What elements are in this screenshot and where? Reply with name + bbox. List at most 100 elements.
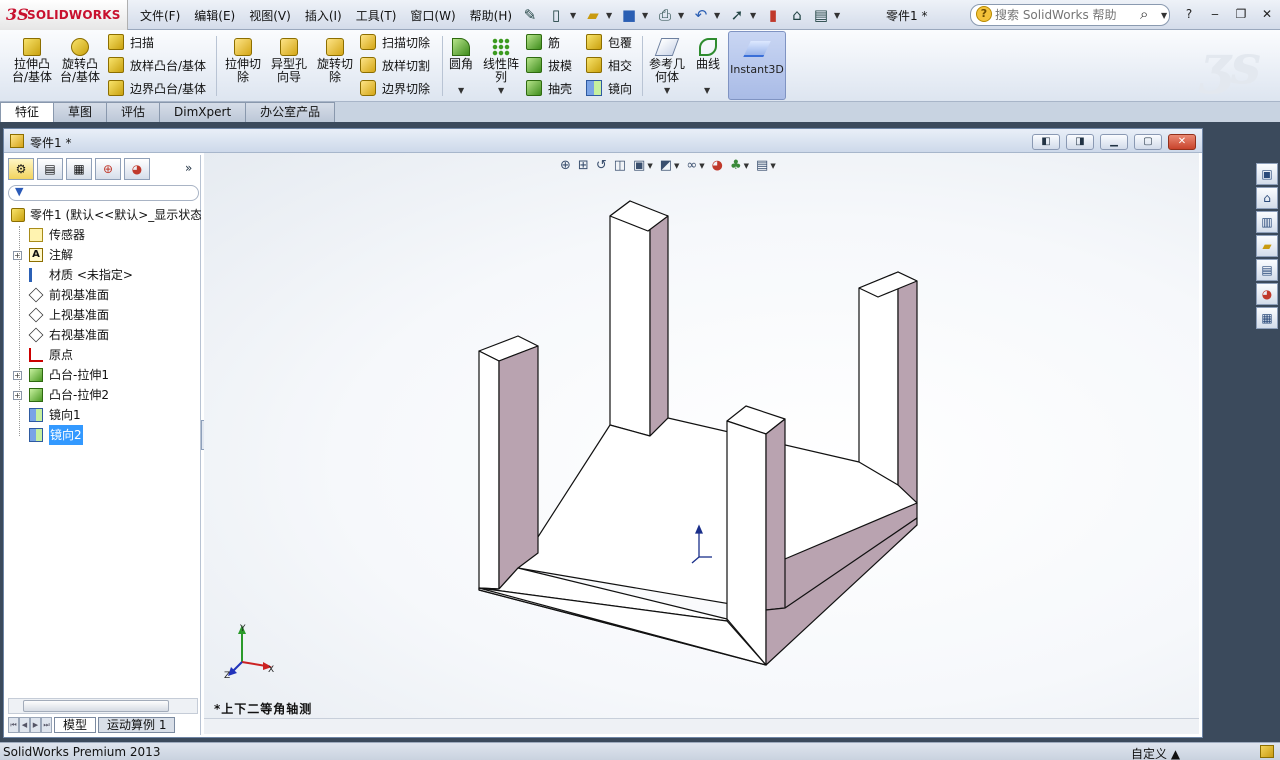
tree-item[interactable]: 镜向2 <box>5 425 201 445</box>
select-dropdown-icon[interactable]: ▼ <box>750 11 756 20</box>
solidworks-logo[interactable]: 3S SOLIDWORKS <box>0 0 128 30</box>
open-dropdown-icon[interactable]: ▼ <box>606 11 612 20</box>
hide-show-items-icon[interactable]: ∞ <box>686 158 697 173</box>
loft-boss-button[interactable]: 放样凸台/基体 <box>108 55 206 75</box>
zoom-to-fit-icon[interactable]: ⊕ <box>560 158 571 173</box>
tree-root-part[interactable]: 零件1 (默认<<默认>_显示状态 <box>5 205 201 225</box>
help-question-icon[interactable]: ? <box>1178 5 1200 23</box>
view-palette-icon[interactable]: ▤ <box>1256 259 1278 281</box>
zoom-to-area-icon[interactable]: ⊞ <box>578 158 589 173</box>
tree-item[interactable]: 传感器 <box>5 225 201 245</box>
search-dropdown-icon[interactable]: ▼ <box>1161 11 1167 20</box>
new-document-icon[interactable]: ▯ <box>545 4 567 26</box>
draft-button[interactable]: 拔模 <box>526 55 572 75</box>
section-view-icon[interactable]: ◫ <box>614 158 626 173</box>
tree-item[interactable]: + 凸台-拉伸2 <box>5 385 201 405</box>
tree-item[interactable]: 原点 <box>5 345 201 365</box>
select-arrow-icon[interactable]: ➚ <box>726 4 748 26</box>
extrude-cut-button[interactable]: 拉伸切 除 <box>222 38 264 84</box>
prev-tab-icon[interactable]: ◀ <box>19 717 30 733</box>
menu-file[interactable]: 文件(F) <box>140 7 180 24</box>
open-folder-icon[interactable]: ▰ <box>582 4 604 26</box>
expand-icon[interactable]: + <box>13 251 22 260</box>
fillet-dropdown-icon[interactable]: ▼ <box>458 86 464 95</box>
more-tabs-icon[interactable]: » <box>185 161 192 175</box>
expand-icon[interactable]: + <box>13 371 22 380</box>
pin-icon[interactable]: ✎ <box>519 4 541 26</box>
menu-help[interactable]: 帮助(H) <box>470 7 512 24</box>
tab-dimxpert[interactable]: DimXpert <box>159 102 247 122</box>
hole-wizard-button[interactable]: 异型孔 向导 <box>268 38 310 84</box>
home-icon[interactable]: ⌂ <box>1256 187 1278 209</box>
minimize-icon[interactable]: ‒ <box>1204 5 1226 23</box>
hide-show-dropdown-icon[interactable]: ▼ <box>699 162 704 170</box>
rebuild-icon[interactable]: ▮ <box>762 4 784 26</box>
tile-right-icon[interactable]: ◨ <box>1066 134 1094 150</box>
view-settings-icon[interactable]: ▤ <box>756 158 768 173</box>
boundary-boss-button[interactable]: 边界凸台/基体 <box>108 78 206 98</box>
graphics-area[interactable]: Y X Z <box>204 153 1199 718</box>
display-style-dropdown-icon[interactable]: ▼ <box>674 162 679 170</box>
doc-close-icon[interactable]: ✕ <box>1168 134 1196 150</box>
tab-features[interactable]: 特征 <box>0 102 55 123</box>
appearances-icon[interactable]: ◕ <box>1256 283 1278 305</box>
file-properties-icon[interactable]: ⌂ <box>786 4 808 26</box>
first-tab-icon[interactable]: ⏮ <box>8 717 19 733</box>
display-style-icon[interactable]: ◩ <box>660 158 672 173</box>
previous-view-icon[interactable]: ↺ <box>596 158 607 173</box>
property-manager-tab-icon[interactable]: ▤ <box>37 158 63 180</box>
menu-window[interactable]: 窗口(W) <box>410 7 455 24</box>
view-settings-dropdown-icon[interactable]: ▼ <box>770 162 775 170</box>
undo-icon[interactable]: ↶ <box>690 4 712 26</box>
sweep-cut-button[interactable]: 扫描切除 <box>360 32 430 52</box>
expand-icon[interactable]: + <box>13 391 22 400</box>
boundary-cut-button[interactable]: 边界切除 <box>360 78 430 98</box>
restore-icon[interactable]: ❐ <box>1230 5 1252 23</box>
close-icon[interactable]: ✕ <box>1256 5 1278 23</box>
apply-scene-icon[interactable]: ♣ <box>730 158 742 173</box>
next-tab-icon[interactable]: ▶ <box>30 717 41 733</box>
help-search-input[interactable] <box>995 7 1135 23</box>
tree-item[interactable]: 材质 <未指定> <box>5 265 201 285</box>
view-orientation-icon[interactable]: ▣ <box>633 158 645 173</box>
tree-item[interactable]: + 凸台-拉伸1 <box>5 365 201 385</box>
design-library-icon[interactable]: ▥ <box>1256 211 1278 233</box>
unit-system[interactable]: 自定义 ▲ <box>1131 745 1180 760</box>
search-icon[interactable]: ⌕ <box>1140 5 1148 23</box>
new-dropdown-icon[interactable]: ▼ <box>570 11 576 20</box>
tree-item[interactable]: 右视基准面 <box>5 325 201 345</box>
options-icon[interactable]: ▤ <box>810 4 832 26</box>
curves-dropdown-icon[interactable]: ▼ <box>704 86 710 95</box>
feature-tree-filter[interactable]: ▼ <box>8 185 199 201</box>
tree-item[interactable]: 前视基准面 <box>5 285 201 305</box>
configuration-manager-tab-icon[interactable]: ▦ <box>66 158 92 180</box>
menu-view[interactable]: 视图(V) <box>249 7 291 24</box>
view-orientation-dropdown-icon[interactable]: ▼ <box>647 162 652 170</box>
menu-tools[interactable]: 工具(T) <box>356 7 397 24</box>
file-explorer-icon[interactable]: ▰ <box>1256 235 1278 257</box>
pattern-dropdown-icon[interactable]: ▼ <box>498 86 504 95</box>
tree-item[interactable]: 镜向1 <box>5 405 201 425</box>
revolve-cut-button[interactable]: 旋转切 除 <box>314 38 356 84</box>
edit-appearance-icon[interactable]: ◕ <box>712 158 723 173</box>
sweep-button[interactable]: 扫描 <box>108 32 154 52</box>
last-tab-icon[interactable]: ⏭ <box>41 717 52 733</box>
menu-insert[interactable]: 插入(I) <box>305 7 342 24</box>
revolve-boss-button[interactable]: 旋转凸 台/基体 <box>58 38 102 84</box>
tab-sketch[interactable]: 草图 <box>53 102 108 122</box>
menu-edit[interactable]: 编辑(E) <box>194 7 235 24</box>
tab-evaluate[interactable]: 评估 <box>106 102 161 122</box>
tree-item[interactable]: + A 注解 <box>5 245 201 265</box>
save-dropdown-icon[interactable]: ▼ <box>642 11 648 20</box>
document-title-bar[interactable]: 零件1 * ◧ ◨ ▁ ▢ ✕ <box>4 129 1202 153</box>
rebuild-status-icon[interactable] <box>1260 745 1274 758</box>
tree-item[interactable]: 上视基准面 <box>5 305 201 325</box>
reference-geometry-button[interactable]: 参考几 何体 <box>646 38 688 84</box>
help-search-box[interactable]: ? ⌕ <box>970 4 1170 26</box>
tab-motion-study[interactable]: 运动算例 1 <box>98 717 176 733</box>
undo-dropdown-icon[interactable]: ▼ <box>714 11 720 20</box>
tab-office-products[interactable]: 办公室产品 <box>245 102 336 122</box>
doc-maximize-icon[interactable]: ▢ <box>1134 134 1162 150</box>
apply-scene-dropdown-icon[interactable]: ▼ <box>744 162 749 170</box>
reference-geometry-dropdown-icon[interactable]: ▼ <box>664 86 670 95</box>
